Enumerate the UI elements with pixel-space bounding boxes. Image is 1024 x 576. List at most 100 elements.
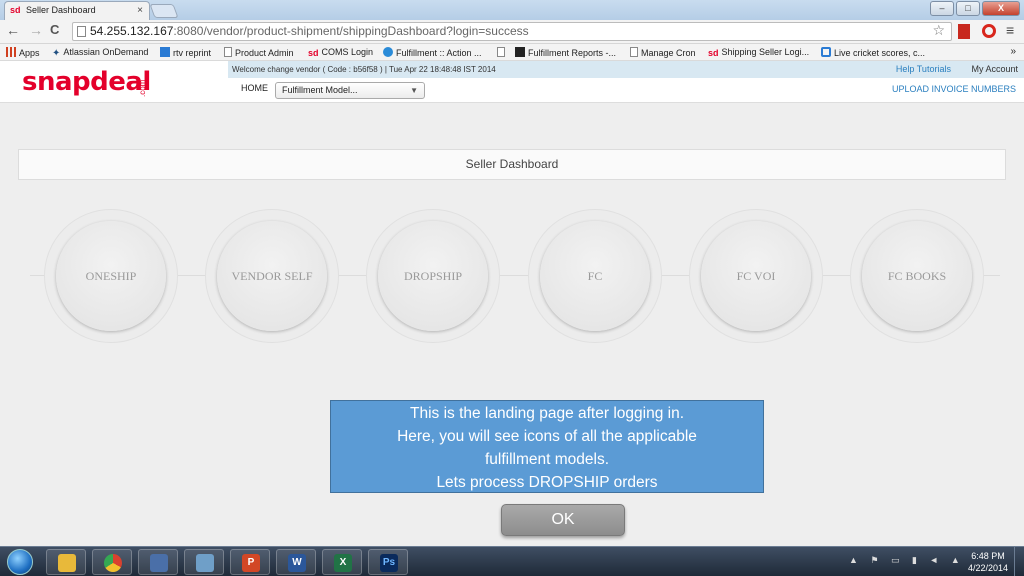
browser-toolbar: ← → C 54.255.132.167:8080/vendor/product… <box>0 20 1024 44</box>
word-icon: W <box>288 554 306 572</box>
page-icon <box>630 47 638 57</box>
ok-button[interactable]: OK <box>501 504 625 536</box>
bookmark-star-icon[interactable]: ☆ <box>932 22 945 39</box>
bookmark-live-cricket[interactable]: Live cricket scores, c... <box>821 47 925 58</box>
page-icon <box>497 47 505 57</box>
taskbar-powerpoint[interactable]: P <box>230 549 270 575</box>
fulfillment-model-select[interactable]: Fulfillment Model... ▼ <box>275 82 425 99</box>
model-label: FC <box>540 221 650 331</box>
close-button[interactable]: X <box>982 1 1020 16</box>
taskbar-explorer[interactable] <box>46 549 86 575</box>
model-label: ONESHIP <box>56 221 166 331</box>
model-vendor-self[interactable]: VENDOR SELF <box>205 209 339 343</box>
maximize-button[interactable]: □ <box>956 1 980 16</box>
model-fc[interactable]: FC <box>528 209 662 343</box>
callout-line: Lets process DROPSHIP orders <box>436 474 658 491</box>
bookmark-manage-cron[interactable]: Manage Cron <box>630 47 696 58</box>
notepad-icon <box>196 554 214 572</box>
dolphin-icon <box>150 554 168 572</box>
c-icon <box>821 47 831 57</box>
taskbar-word[interactable]: W <box>276 549 316 575</box>
show-desktop-button[interactable] <box>1014 547 1024 576</box>
logo-suffix: .com <box>138 79 147 97</box>
bookmark-shipping-seller[interactable]: sd Shipping Seller Logi... <box>708 47 809 58</box>
bookmark-rtv-reprint[interactable]: rtv reprint <box>160 47 211 58</box>
tray-icons[interactable]: ▲ ⚑ ▭ ▮ ◄ ▲ <box>849 555 965 566</box>
help-tutorials-link[interactable]: Help Tutorials <box>896 64 951 74</box>
atlassian-icon: ✦ <box>52 48 61 59</box>
callout-line: Here, you will see icons of all the appl… <box>397 428 697 445</box>
dashboard-title-panel: Seller Dashboard <box>18 149 1006 180</box>
select-value: Fulfillment Model... <box>282 85 358 95</box>
sd-favicon-icon: sd <box>10 5 21 15</box>
reload-icon[interactable]: C <box>50 22 59 37</box>
tutorial-callout: This is the landing page after logging i… <box>330 400 764 493</box>
browser-menu-icon[interactable]: ≡ <box>1006 22 1014 38</box>
tc-icon <box>160 47 170 57</box>
system-tray: ▲ ⚑ ▭ ▮ ◄ ▲ 6:48 PM 4/22/2014 <box>849 547 1024 576</box>
apps-grid-icon <box>6 47 16 57</box>
model-label: FC VOI <box>701 221 811 331</box>
model-dropship[interactable]: DROPSHIP <box>366 209 500 343</box>
bookmark-atlassian[interactable]: ✦ Atlassian OnDemand <box>52 47 148 59</box>
model-label: VENDOR SELF <box>217 221 327 331</box>
url-host: 54.255.132.167 <box>90 24 174 38</box>
taskbar-clock[interactable]: 6:48 PM 4/22/2014 <box>968 550 1008 574</box>
snapdeal-logo[interactable]: snapdeal <box>22 67 151 97</box>
url-path: :8080/vendor/product-shipment/shippingDa… <box>173 24 529 38</box>
bookmark-coms-login[interactable]: sd COMS Login <box>308 47 373 58</box>
model-fc-voi[interactable]: FC VOI <box>689 209 823 343</box>
bookmarks-more-icon[interactable]: » <box>1010 46 1016 57</box>
start-button[interactable] <box>7 549 33 575</box>
my-account-link[interactable]: My Account <box>971 64 1018 74</box>
chevron-down-icon: ▼ <box>410 86 418 95</box>
bookmark-blank[interactable] <box>497 47 508 58</box>
check-circle-icon <box>383 47 393 57</box>
model-label: FC BOOKS <box>862 221 972 331</box>
taskbar-dolphin[interactable] <box>138 549 178 575</box>
taskbar-photoshop[interactable]: Ps <box>368 549 408 575</box>
extension-red-icon[interactable] <box>958 24 970 39</box>
upload-invoice-link[interactable]: UPLOAD INVOICE NUMBERS <box>892 84 1016 94</box>
bookmarks-bar: Apps ✦ Atlassian OnDemand rtv reprint Pro… <box>0 44 1024 61</box>
bookmark-fulfillment-action[interactable]: Fulfillment :: Action ... <box>383 47 482 58</box>
sd-icon: sd <box>308 48 319 58</box>
tab-title: Seller Dashboard <box>26 5 96 15</box>
excel-icon: X <box>334 554 352 572</box>
model-fc-books[interactable]: FC BOOKS <box>850 209 984 343</box>
browser-tab[interactable]: sd Seller Dashboard × <box>4 1 150 20</box>
clock-time: 6:48 PM <box>971 551 1005 561</box>
site-header: snapdeal .com Welcome change vendor ( Co… <box>0 61 1024 103</box>
powerpoint-icon: P <box>242 554 260 572</box>
windows-taskbar: P W X Ps ▲ ⚑ ▭ ▮ ◄ ▲ 6:48 PM 4/22/2014 <box>0 546 1024 576</box>
folder-icon <box>58 554 76 572</box>
welcome-bar: Welcome change vendor ( Code : b56f58 ) … <box>228 61 1024 78</box>
taskbar-chrome[interactable] <box>92 549 132 575</box>
window-controls: – □ X <box>930 1 1020 16</box>
home-link[interactable]: HOME <box>241 83 268 93</box>
bookmark-fulfillment-reports[interactable]: Fulfillment Reports -... <box>515 47 616 58</box>
page-icon <box>224 47 232 57</box>
page-title: Seller Dashboard <box>465 157 559 171</box>
minimize-button[interactable]: – <box>930 1 954 16</box>
page-icon <box>77 26 86 37</box>
taskbar-notepad[interactable] <box>184 549 224 575</box>
model-oneship[interactable]: ONESHIP <box>44 209 178 343</box>
amazon-icon <box>515 47 525 57</box>
back-icon[interactable]: ← <box>6 22 20 38</box>
model-label: DROPSHIP <box>378 221 488 331</box>
tab-close-icon[interactable]: × <box>137 2 143 19</box>
extension-opera-icon[interactable] <box>982 24 996 38</box>
callout-line: fulfillment models. <box>484 451 610 468</box>
forward-icon[interactable]: → <box>29 22 43 38</box>
welcome-text: Welcome change vendor ( Code : b56f58 ) … <box>232 65 496 74</box>
browser-titlebar: sd Seller Dashboard × – □ X <box>0 0 1024 20</box>
chrome-icon <box>104 554 122 572</box>
bookmark-product-admin[interactable]: Product Admin <box>224 47 294 58</box>
taskbar-excel[interactable]: X <box>322 549 362 575</box>
new-tab-button[interactable] <box>149 4 179 18</box>
photoshop-icon: Ps <box>380 554 398 572</box>
address-bar[interactable]: 54.255.132.167:8080/vendor/product-shipm… <box>72 22 952 41</box>
bookmark-apps[interactable]: Apps <box>6 47 40 58</box>
sd-icon: sd <box>708 48 719 58</box>
